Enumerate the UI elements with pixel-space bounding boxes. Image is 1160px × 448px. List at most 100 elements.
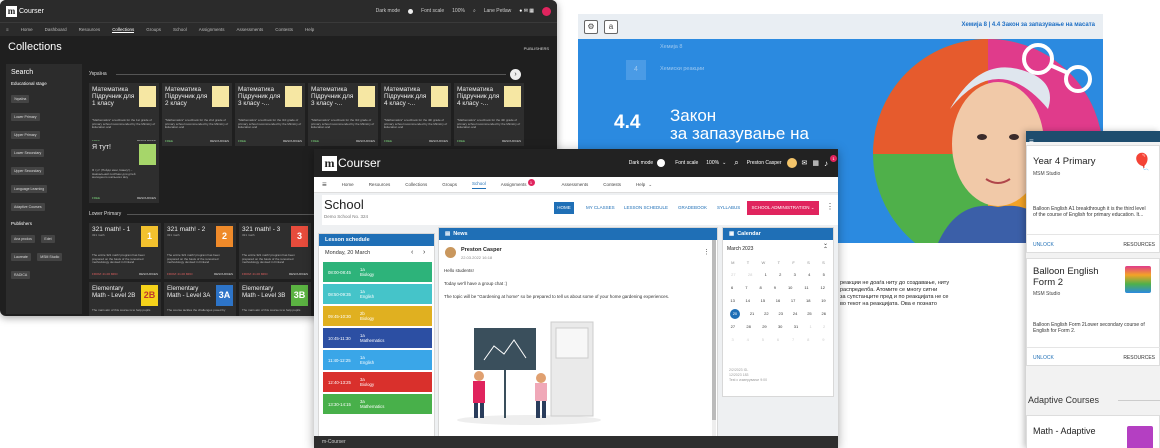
- nav-groups[interactable]: Groups: [442, 182, 457, 187]
- course-card[interactable]: 321 math! - 2 321 math 2 The entire 321 …: [164, 223, 236, 279]
- more-vert-icon[interactable]: ⋮: [703, 248, 710, 256]
- chevron-down-icon[interactable]: ⌄: [722, 160, 726, 166]
- calendar-day[interactable]: 6: [731, 285, 733, 290]
- zoom-value[interactable]: 100%: [452, 8, 465, 14]
- tab-syllabus[interactable]: SYLLABUS: [717, 205, 740, 210]
- next-day-icon[interactable]: ›: [423, 249, 425, 256]
- course-card[interactable]: Balloon English Form 2 MSM Studio Balloo…: [1026, 258, 1160, 366]
- calendar-day[interactable]: 24: [793, 311, 797, 316]
- calendar-day[interactable]: 11: [804, 285, 808, 290]
- calendar-day[interactable]: 21: [750, 311, 754, 316]
- mail-icon[interactable]: ✉: [802, 159, 808, 167]
- calendar-day[interactable]: 27: [731, 324, 735, 329]
- calendar-day[interactable]: 23: [779, 311, 783, 316]
- tab-lesson-schedule[interactable]: LESSON SCHEDULE: [624, 205, 668, 210]
- edu-chip[interactable]: Lower Primary: [11, 113, 40, 121]
- calendar-day[interactable]: 6: [777, 337, 779, 342]
- nav-help[interactable]: Help: [636, 182, 645, 187]
- nav-home[interactable]: Home: [21, 27, 33, 32]
- nav-help[interactable]: Help: [305, 27, 314, 32]
- course-card[interactable]: Year 4 Primary MSM Studio 🎈 Balloon Engl…: [1026, 145, 1160, 253]
- publisher-chip[interactable]: Laureate: [11, 253, 31, 261]
- card-resources[interactable]: RESOURCES: [429, 139, 448, 143]
- publishers-button[interactable]: PUBLISHERS: [524, 46, 549, 51]
- calendar-day[interactable]: 3: [794, 272, 796, 277]
- calendar-day[interactable]: 29: [762, 324, 766, 329]
- edu-chip[interactable]: Upper Secondary: [11, 167, 45, 175]
- text-size-icon[interactable]: a: [604, 19, 618, 34]
- calendar-day[interactable]: 1: [765, 272, 767, 277]
- calendar-day[interactable]: 27: [731, 272, 735, 277]
- calendar-day[interactable]: 1: [809, 324, 811, 329]
- nav-contests[interactable]: Contests: [603, 182, 621, 187]
- prev-day-icon[interactable]: ‹: [411, 249, 413, 256]
- calendar-nav-icons[interactable]: ⌄ ⌃: [823, 241, 828, 253]
- card-resources[interactable]: RESOURCES: [214, 272, 233, 276]
- lesson-slot[interactable]: 10:45-11:30 1a Mathematics: [323, 328, 432, 348]
- search-icon[interactable]: ⌕: [734, 158, 738, 168]
- publisher-chip[interactable]: MSM Studio: [37, 253, 63, 261]
- calendar-day[interactable]: 3: [731, 337, 733, 342]
- menu-icon[interactable]: ≡: [6, 27, 9, 32]
- nav-groups[interactable]: Groups: [146, 27, 161, 32]
- dark-mode-toggle[interactable]: [408, 8, 414, 14]
- flag-icon[interactable]: ▦: [812, 159, 819, 167]
- avatar[interactable]: [786, 158, 797, 168]
- bell-icon[interactable]: ♪ 1: [824, 154, 837, 168]
- bell-icon[interactable]: [542, 6, 551, 16]
- edu-chip[interactable]: Adaptive Courses: [11, 203, 45, 211]
- user-name[interactable]: Lane Petlaw: [484, 8, 512, 14]
- calendar-day[interactable]: 4: [808, 272, 810, 277]
- publisher-chip[interactable]: Edet: [41, 235, 55, 243]
- tab-my-classes[interactable]: MY CLASSES: [586, 205, 615, 210]
- lesson-slot[interactable]: 08:50-09:35 1a English: [323, 284, 432, 304]
- calendar-day[interactable]: 18: [806, 298, 810, 303]
- lesson-slot[interactable]: 09:45-10:30 2b Biology: [323, 306, 432, 326]
- dark-mode-toggle[interactable]: [657, 159, 666, 167]
- nav-assignments[interactable]: Assignments 1: [501, 179, 542, 187]
- calendar-day[interactable]: 10: [788, 285, 792, 290]
- nav-collections[interactable]: Collections: [405, 182, 427, 187]
- lesson-slot[interactable]: 13:30-14:15 3a Mathematics: [323, 394, 432, 414]
- carousel-next-icon[interactable]: ›: [510, 69, 521, 80]
- calendar-day[interactable]: 4: [747, 337, 749, 342]
- calendar-day[interactable]: 8: [807, 337, 809, 342]
- calendar-event[interactable]: Test с измерување 9:00: [729, 378, 767, 383]
- nav-school[interactable]: School: [173, 27, 187, 32]
- menu-icon[interactable]: ≡: [322, 180, 327, 189]
- nav-school[interactable]: School: [471, 181, 486, 189]
- card-resources[interactable]: RESOURCES: [356, 139, 375, 143]
- calendar-day[interactable]: 26: [822, 311, 826, 316]
- collection-card[interactable]: Математика Підручник для 3 класу -... "M…: [235, 83, 305, 146]
- scrollbar-thumb[interactable]: [712, 240, 716, 420]
- calendar-day[interactable]: 28: [746, 324, 750, 329]
- search-icon[interactable]: ⌕: [473, 8, 476, 14]
- edu-chip[interactable]: Lower Secondary: [11, 149, 45, 157]
- tab-gradebook[interactable]: GRADEBOOK: [678, 205, 707, 210]
- calendar-day[interactable]: 17: [791, 298, 795, 303]
- course-card[interactable]: Elementary Math - Level 3B 3B The main a…: [239, 282, 311, 316]
- collection-card[interactable]: Математика Підручник для 2 класу "Mathem…: [162, 83, 232, 146]
- nav-assessments[interactable]: Assessments: [237, 27, 264, 32]
- calendar-day[interactable]: 25: [807, 311, 811, 316]
- lesson-slot[interactable]: 11:40-12:25 1a English: [323, 350, 432, 370]
- calendar-day[interactable]: 5: [823, 272, 825, 277]
- calendar-day-selected[interactable]: 20: [729, 308, 740, 319]
- card-resources[interactable]: RESOURCES: [502, 139, 521, 143]
- nav-collections[interactable]: Collections: [112, 27, 135, 33]
- user-name[interactable]: Preston Casper: [747, 160, 782, 166]
- collection-card[interactable]: Математика Підручник для 1 класу "Mathem…: [89, 83, 159, 146]
- nav-dashboard[interactable]: Dashboard: [45, 27, 67, 32]
- chevron-down-icon[interactable]: ⌄: [648, 182, 652, 188]
- calendar-day[interactable]: 7: [745, 285, 747, 290]
- nav-home[interactable]: Home: [342, 182, 354, 187]
- course-card[interactable]: Elementary Math - Level 3A 3A The course…: [164, 282, 236, 316]
- nav-resources[interactable]: Resources: [369, 182, 391, 187]
- nav-assignments[interactable]: Assignments: [199, 27, 225, 32]
- course-card[interactable]: Elementary Math - Level 2B 2B The main a…: [89, 282, 161, 316]
- course-card[interactable]: Math - Adaptive: [1026, 415, 1160, 448]
- settings-gear-icon[interactable]: ⚙: [584, 19, 598, 34]
- card-resources[interactable]: RESOURCES: [210, 139, 229, 143]
- calendar-day[interactable]: 9: [822, 337, 824, 342]
- school-admin-button[interactable]: SCHOOL ADMINISTRATION ⌄: [747, 201, 819, 215]
